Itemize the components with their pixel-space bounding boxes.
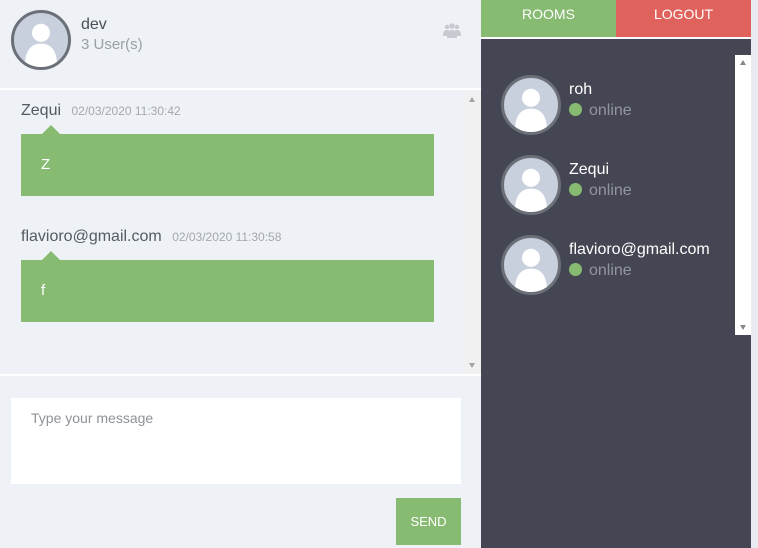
message-input[interactable]	[11, 398, 461, 484]
user-avatar	[501, 155, 561, 215]
rooms-tab[interactable]: ROOMS	[481, 0, 616, 37]
message-time: 02/03/2020 11:30:42	[71, 104, 181, 118]
user-name: Zequi	[569, 161, 610, 178]
message-history[interactable]: Zequi 02/03/2020 11:30:42 Z flavioro@gma…	[0, 92, 481, 373]
user-list-scrollbar[interactable]	[735, 55, 751, 335]
room-name: dev	[81, 16, 107, 33]
message-item: flavioro@gmail.com 02/03/2020 11:30:58 f	[21, 226, 434, 322]
user-avatar	[501, 75, 561, 135]
user-status-label: online	[589, 262, 632, 279]
user-list-item[interactable]: roh online	[501, 75, 731, 135]
room-avatar	[11, 10, 71, 70]
user-list-item[interactable]: Zequi online	[501, 155, 731, 215]
message-time: 02/03/2020 11:30:58	[172, 230, 282, 244]
user-status: online	[569, 182, 632, 200]
person-avatar-icon	[514, 248, 548, 292]
users-group-icon[interactable]	[443, 22, 461, 38]
chat-header: dev 3 User(s)	[0, 0, 481, 90]
message-header: Zequi 02/03/2020 11:30:42	[21, 100, 434, 122]
scroll-down-arrow-icon[interactable]	[469, 363, 475, 368]
message-item: Zequi 02/03/2020 11:30:42 Z	[21, 100, 434, 196]
sidebar: ROOMS LOGOUT roh online Zequi online fla…	[481, 0, 758, 548]
message-scrollbar[interactable]	[464, 92, 481, 373]
online-dot-icon	[569, 103, 582, 116]
person-avatar-icon	[514, 168, 548, 212]
tabs-divider	[481, 37, 751, 39]
user-status: online	[569, 102, 632, 120]
compose-area: SEND	[0, 374, 481, 548]
scroll-up-arrow-icon[interactable]	[740, 60, 746, 65]
online-dot-icon	[569, 263, 582, 276]
chat-panel: dev 3 User(s) Zequi 02/03/2020 11:30:42 …	[0, 0, 481, 548]
message-author: Zequi	[21, 102, 62, 119]
person-avatar-icon	[24, 23, 58, 67]
logout-tab[interactable]: LOGOUT	[616, 0, 751, 37]
message-header: flavioro@gmail.com 02/03/2020 11:30:58	[21, 226, 434, 248]
online-dot-icon	[569, 183, 582, 196]
message-bubble: Z	[21, 125, 434, 196]
send-button[interactable]: SEND	[396, 498, 461, 545]
user-status-label: online	[589, 102, 632, 119]
person-avatar-icon	[514, 88, 548, 132]
message-author: flavioro@gmail.com	[21, 228, 162, 245]
user-name: roh	[569, 81, 593, 98]
user-name: flavioro@gmail.com	[569, 241, 710, 258]
window-edge	[751, 0, 758, 548]
user-status-label: online	[589, 182, 632, 199]
scroll-down-arrow-icon[interactable]	[740, 325, 746, 330]
user-list-item[interactable]: flavioro@gmail.com online	[501, 235, 731, 295]
room-user-count: 3 User(s)	[81, 36, 143, 53]
user-status: online	[569, 262, 632, 280]
user-avatar	[501, 235, 561, 295]
scroll-up-arrow-icon[interactable]	[469, 97, 475, 102]
message-bubble: f	[21, 251, 434, 322]
